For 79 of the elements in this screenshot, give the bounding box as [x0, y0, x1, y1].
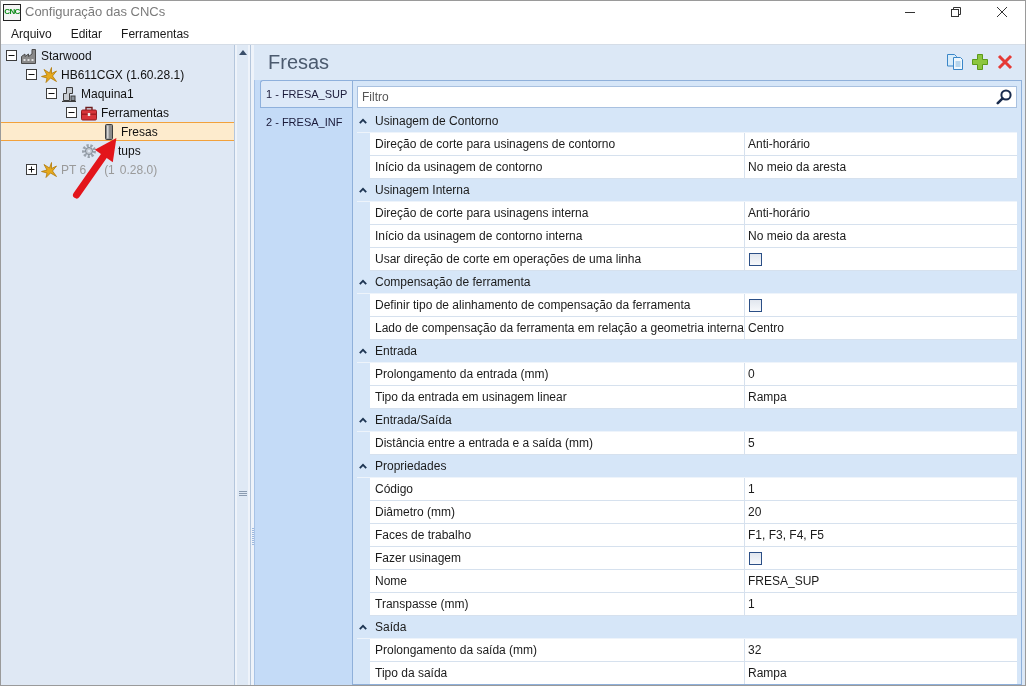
property-name: Definir tipo de alinhamento de compensação da ferramenta — [370, 294, 745, 316]
tree-item[interactable]: Maquina1 — [1, 84, 234, 103]
property-name: Direção de corte para usinagens de contorno — [370, 133, 745, 155]
property-value[interactable]: 5 — [745, 432, 1017, 454]
checkbox[interactable] — [749, 252, 762, 266]
grip-icon[interactable] — [238, 491, 247, 496]
search-icon[interactable] — [996, 89, 1012, 105]
menu-item[interactable]: Editar — [60, 24, 112, 43]
property-value[interactable]: 1 — [745, 478, 1017, 500]
collapse-icon[interactable] — [66, 107, 77, 118]
chevron-up-icon[interactable] — [359, 187, 367, 193]
property-name: Diâmetro (mm) — [370, 501, 745, 523]
property-name: Fazer usinagem — [370, 547, 745, 569]
property-name: Lado de compensação da ferramenta em relação a geometria interna — [370, 317, 745, 339]
property-name: Código — [370, 478, 745, 500]
property-value[interactable]: No meio da aresta — [745, 156, 1017, 178]
tab[interactable]: 2 - FRESA_INF — [260, 108, 352, 136]
tree-item[interactable]: HB611CGX (1.60.28.1) — [1, 65, 234, 84]
property-value[interactable]: Centro — [745, 317, 1017, 339]
star-icon — [41, 66, 57, 83]
chevron-up-icon[interactable] — [359, 118, 367, 124]
chevron-up-icon[interactable] — [359, 417, 367, 423]
property-name: Prolongamento da saída (mm) — [370, 639, 745, 661]
property-value[interactable]: Rampa — [745, 386, 1017, 408]
property-name: Início da usinagem de contorno interna — [370, 225, 745, 247]
caret-up-icon[interactable] — [238, 50, 247, 55]
star-icon — [41, 161, 57, 178]
delete-icon[interactable] — [997, 54, 1013, 70]
property-value[interactable]: F1, F3, F4, F5 — [745, 524, 1017, 546]
property-name: Direção de corte para usinagens interna — [370, 202, 745, 224]
chevron-up-icon[interactable] — [359, 463, 367, 469]
restore-icon — [951, 7, 961, 17]
chevron-up-icon[interactable] — [359, 624, 367, 630]
collapse-icon[interactable] — [26, 69, 37, 80]
property-value[interactable]: Rampa — [745, 662, 1017, 684]
tree-item[interactable]: Ferramentas — [1, 103, 234, 122]
property-name: Início da usinagem de contorno — [370, 156, 745, 178]
property-name: Distância entre a entrada e a saída (mm) — [370, 432, 745, 454]
chevron-up-icon[interactable] — [359, 279, 367, 285]
filter-field[interactable]: Filtro — [357, 86, 1017, 108]
tree-item[interactable]: Starwood — [1, 46, 234, 65]
property-name: Tipo da entrada em usinagem linear — [370, 386, 745, 408]
tool-bit-icon — [105, 123, 113, 140]
tree-item[interactable]: Fresas — [1, 122, 234, 141]
checkbox[interactable] — [749, 298, 762, 312]
property-name: Nome — [370, 570, 745, 592]
window-title: Configuração das CNCs — [25, 3, 166, 22]
menu-item[interactable]: Arquivo — [1, 24, 61, 43]
property-value[interactable]: Anti-horário — [745, 133, 1017, 155]
tab[interactable]: 1 - FRESA_SUP — [260, 80, 352, 108]
add-icon[interactable] — [972, 54, 988, 70]
property-value[interactable]: FRESA_SUP — [745, 570, 1017, 592]
checkbox[interactable] — [749, 551, 762, 565]
minimize-icon — [905, 11, 915, 13]
property-value[interactable]: 32 — [745, 639, 1017, 661]
collapse-icon[interactable] — [46, 88, 57, 99]
machine-icon — [61, 85, 77, 102]
property-value[interactable]: 1 — [745, 593, 1017, 615]
property-name: Prolongamento da entrada (mm) — [370, 363, 745, 385]
chevron-up-icon[interactable] — [359, 348, 367, 354]
panel-title: Fresas — [268, 50, 330, 75]
tree-item[interactable]: tups — [1, 141, 234, 160]
property-value[interactable]: 0 — [745, 363, 1017, 385]
gear-icon — [81, 142, 97, 159]
property-value[interactable]: 20 — [745, 501, 1017, 523]
property-value[interactable]: No meio da aresta — [745, 225, 1017, 247]
close-icon — [997, 7, 1007, 17]
property-name: Faces de trabalho — [370, 524, 745, 546]
app-logo: CNC — [3, 3, 21, 21]
factory-icon — [21, 47, 37, 64]
grip-icon[interactable] — [251, 528, 254, 546]
copy-icon[interactable] — [947, 54, 963, 70]
property-value[interactable]: Anti-horário — [745, 202, 1017, 224]
menu-item[interactable]: Ferramentas — [111, 24, 199, 43]
collapse-icon[interactable] — [6, 50, 17, 61]
property-name: Usar direção de corte em operações de uma linha — [370, 248, 745, 270]
property-name: Transpasse (mm) — [370, 593, 745, 615]
property-name: Tipo da saída — [370, 662, 745, 684]
toolbox-icon — [81, 104, 97, 121]
